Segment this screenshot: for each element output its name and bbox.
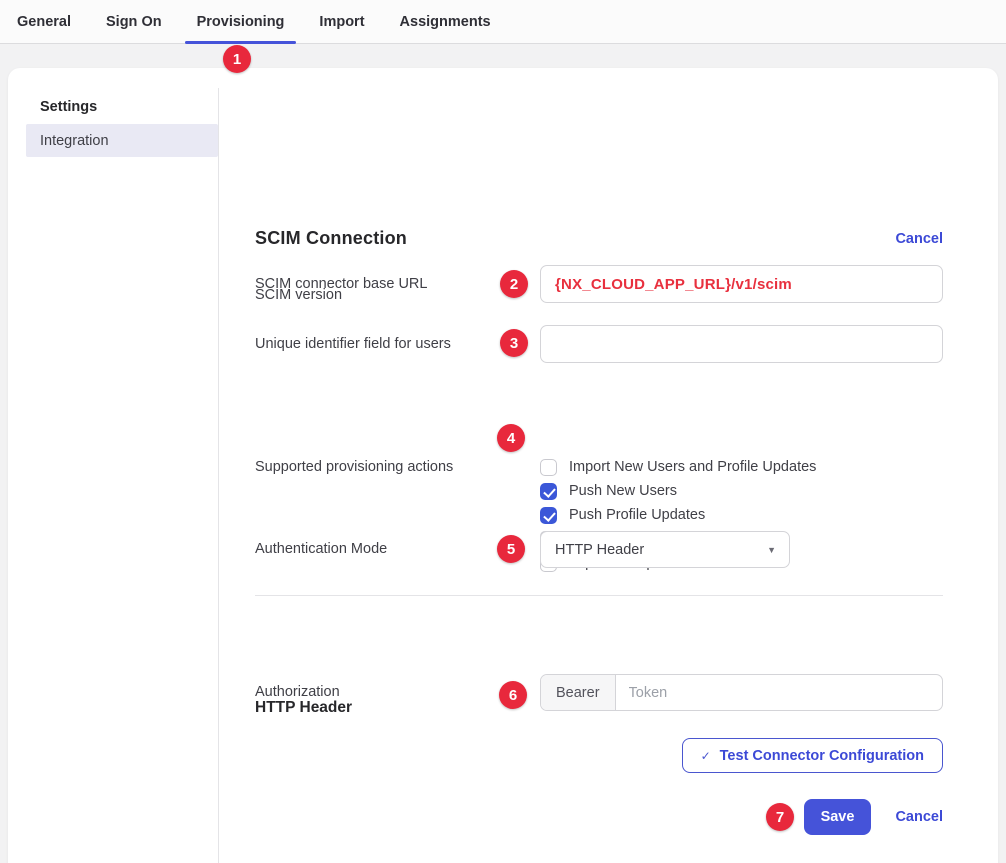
provisioning-panel: Settings Integration SCIM Connection Can… — [8, 68, 998, 863]
unique-id-input[interactable] — [540, 325, 943, 363]
panel-header: SCIM Connection Cancel — [255, 228, 943, 249]
settings-sidebar: Settings Integration — [8, 68, 218, 863]
annotation-badge-4: 4 — [497, 424, 525, 452]
base-url-input[interactable] — [540, 265, 943, 303]
scim-connection-form: SCIM Connection Cancel SCIM version 2.0 … — [218, 68, 998, 863]
save-button[interactable]: Save — [804, 799, 872, 835]
unique-id-label: Unique identifier field for users — [255, 325, 540, 363]
auth-mode-select[interactable]: HTTP Header ▼ — [540, 531, 790, 568]
annotation-badge-6: 6 — [499, 681, 527, 709]
annotation-badge-2: 2 — [500, 270, 528, 298]
base-url-label: SCIM connector base URL — [255, 265, 540, 303]
chevron-down-icon: ▼ — [767, 545, 776, 555]
sidebar-item-integration[interactable]: Integration — [26, 124, 218, 157]
annotation-badge-1: 1 — [223, 45, 251, 73]
token-input[interactable] — [616, 675, 942, 710]
checkbox-push-profile-updates-icon[interactable] — [540, 507, 557, 524]
cancel-link-bottom[interactable]: Cancel — [895, 809, 943, 825]
sidebar-heading: Settings — [40, 99, 97, 115]
cancel-link-top[interactable]: Cancel — [895, 231, 943, 247]
annotation-badge-7: 7 — [766, 803, 794, 831]
checkbox-import-users-icon[interactable] — [540, 459, 557, 476]
app-tabbar: General Sign On Provisioning Import Assi… — [0, 0, 1006, 44]
checkbox-row-import-users[interactable]: Import New Users and Profile Updates — [540, 455, 943, 479]
checkbox-label: Import New Users and Profile Updates — [569, 459, 816, 475]
tab-general[interactable]: General — [5, 0, 83, 43]
unique-id-row: Unique identifier field for users — [255, 325, 943, 363]
checkbox-row-push-new-users[interactable]: Push New Users — [540, 479, 943, 503]
annotation-badge-3: 3 — [500, 329, 528, 357]
authorization-label: Authorization — [255, 674, 540, 711]
checkbox-push-new-users-icon[interactable] — [540, 483, 557, 500]
test-connector-button[interactable]: ✓ Test Connector Configuration — [682, 738, 943, 773]
authorization-row: Authorization Bearer — [255, 674, 943, 711]
tab-provisioning[interactable]: Provisioning — [185, 0, 297, 43]
auth-mode-row: Authentication Mode HTTP Header ▼ — [255, 531, 943, 568]
page-title: SCIM Connection — [255, 228, 407, 249]
tab-assignments[interactable]: Assignments — [388, 0, 503, 43]
checkbox-label: Push New Users — [569, 483, 677, 499]
checkbox-label: Push Profile Updates — [569, 507, 705, 523]
section-divider — [255, 595, 943, 596]
form-actions-row: Save Cancel — [804, 799, 943, 835]
auth-mode-selected-value: HTTP Header — [555, 542, 644, 558]
sidebar-item-label: Integration — [40, 133, 109, 149]
tab-sign-on[interactable]: Sign On — [94, 0, 174, 43]
test-connector-button-label: Test Connector Configuration — [720, 748, 924, 764]
test-connector-row: ✓ Test Connector Configuration — [682, 738, 943, 773]
tab-import[interactable]: Import — [307, 0, 376, 43]
bearer-prefix: Bearer — [541, 675, 616, 710]
checkbox-row-push-profile-updates[interactable]: Push Profile Updates — [540, 503, 943, 527]
annotation-badge-5: 5 — [497, 535, 525, 563]
authorization-input-group: Bearer — [540, 674, 943, 711]
base-url-row: SCIM connector base URL — [255, 265, 943, 303]
check-icon: ✓ — [701, 749, 711, 763]
